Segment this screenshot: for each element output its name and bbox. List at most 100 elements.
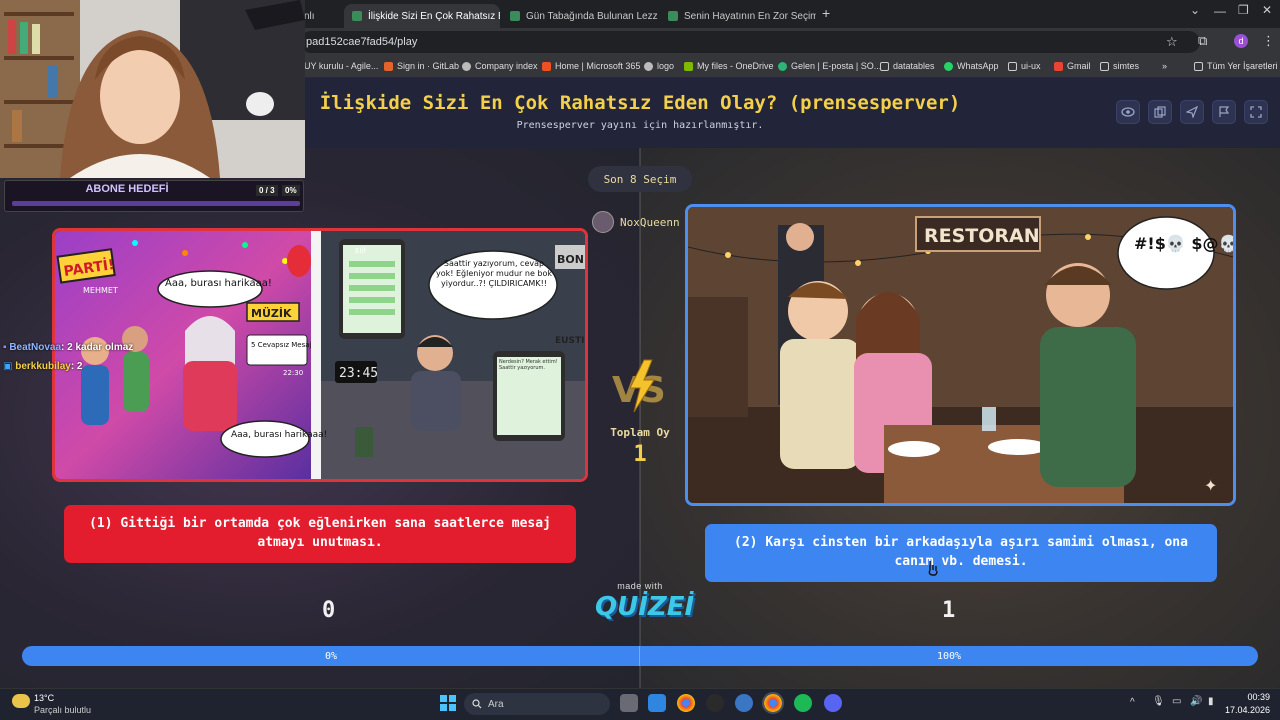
browser-tab-active[interactable]: İlişkide Sizi En Çok Rahatsız Ede ✕ [344,4,500,28]
bookmark-item[interactable]: Company index [462,61,538,71]
option1-vote-count: 0 [322,598,336,623]
browser-tab[interactable]: Senin Hayatının En Zor Seçimi - ✕ [660,4,816,28]
windows-taskbar [0,688,1280,720]
bookmark-item[interactable]: Gmail [1054,61,1091,71]
bookmark-item[interactable]: logo [644,61,674,71]
copy-button[interactable] [1148,100,1172,124]
bookmark-star-icon[interactable]: ☆ [1166,34,1178,50]
sparkle-icon: ✦ [1204,476,1217,495]
new-tab-button[interactable]: + [822,5,830,21]
task-view-icon[interactable] [620,694,638,712]
microsoft-icon [684,61,693,71]
maximize-icon[interactable]: ❐ [1238,3,1249,17]
all-bookmarks-folder[interactable]: Tüm Yer İşaretleri [1194,61,1278,71]
bookmark-label: Sign in · GitLab [397,61,460,71]
bookmark-label: WhatsApp [957,61,999,71]
report-button[interactable] [1212,100,1236,124]
bookmark-item[interactable]: UY kurulu - Agile... [304,61,378,71]
obs-icon[interactable] [706,694,724,712]
chat-message: ▪ BeatNovaa: 2 kadar olmaz [3,342,133,353]
bookmarks-overflow[interactable]: » [1162,61,1167,71]
tab-label: nlı [304,10,315,22]
bookmark-item[interactable]: Sign in · GitLab [384,61,459,71]
globe-icon [462,61,471,71]
gmail-icon [1054,61,1063,71]
bookmark-item[interactable]: WhatsApp [944,61,999,71]
bookmark-folder[interactable]: datatables [880,61,935,71]
bookmark-folder[interactable]: simtes [1100,61,1139,71]
folder-icon [880,61,889,71]
tab-favicon-icon [668,11,678,21]
option2-image[interactable]: RESTORAN #!$💀 $@💀? ✦ [685,204,1236,506]
browser-menu-icon[interactable]: ⋮ [1262,33,1275,49]
webcam-overlay [0,0,305,178]
flag-icon [1219,106,1230,117]
chrome-icon[interactable] [677,694,695,712]
curse-bubble: #!$💀 $@💀? [1134,234,1233,253]
mehmet-label: MEHMET [83,286,118,295]
watch-button[interactable] [1116,100,1140,124]
windows-start-icon[interactable] [440,695,456,711]
option1-image[interactable]: PARTİ! MEHMET Aaa, burası harikaaa! MÜZİ… [52,228,588,482]
tab-favicon-icon [352,11,362,21]
extensions-icon[interactable]: ⧉ [1198,33,1207,49]
window-menu-icon[interactable]: ⌄ [1190,3,1200,17]
bookmark-item[interactable]: Gelen | E-posta | SO... [778,61,881,71]
battery-icon[interactable]: ▮ [1208,696,1214,707]
tray-chevron-icon[interactable]: ^ [1130,697,1135,708]
network-icon[interactable]: ▭ [1172,696,1181,707]
chat-contact: Elif [355,247,366,255]
whatsapp-icon [944,61,953,71]
quizei-logo[interactable]: QUİZEİ [595,592,694,622]
bookmark-label: Home | Microsoft 365 [555,61,641,71]
voter-name: NoxQueenn [620,215,680,229]
option1-percent: 0% [324,650,338,662]
avatar [592,211,614,233]
vote-progress-bar: 0% 100% [22,646,1258,666]
muzik-label: MÜZİK [251,306,292,320]
clock-date[interactable]: 17.04.2026 [1222,705,1270,715]
bookmark-label: datatables [893,61,935,71]
option1-button[interactable]: (1) Gittiği bir ortamda çok eğlenirken s… [64,505,576,563]
search-placeholder: Ara [488,698,504,710]
chat-text: : 2 kadar olmaz [61,342,134,353]
taskbar-search[interactable]: Ara [464,693,610,715]
option2-button[interactable]: (2) Karşı cinsten bir arkadaşıyla aşırı … [705,524,1217,582]
volume-icon[interactable]: 🔊 [1190,696,1202,707]
chat-text: : 2 [70,361,83,372]
weather-temp: 13°C [34,693,55,703]
url-input[interactable]: pad152cae7fad54/play [300,31,1200,53]
bookmark-label: logo [657,61,675,71]
clock-time[interactable]: 00:39 [1230,692,1270,702]
folder-icon [1100,61,1109,71]
discord-icon[interactable] [824,694,842,712]
spotify-icon[interactable] [794,694,812,712]
minimize-icon[interactable]: — [1214,4,1226,18]
chat-username: berkkubilay [15,361,71,372]
weather-desc: Parçalı bulutlu [34,705,92,715]
thought-bubble: Saattir yazıyorum, cevap yok! Eğleniyor … [435,259,553,288]
bookmark-folder[interactable]: ui-ux [1008,61,1041,71]
bookmark-item[interactable]: Home | Microsoft 365 [542,61,640,71]
profile-avatar[interactable]: d [1234,34,1248,48]
bookmark-label: Gmail [1067,61,1091,71]
bookmark-item[interactable]: My files - OneDrive [684,61,774,71]
bookmark-label: My files - OneDrive [697,61,774,71]
browser-tab[interactable]: Gün Tabağında Bulunan Lezzetl ✕ [502,4,658,28]
microphone-icon[interactable]: 🎙 [1152,696,1165,707]
chrome-active-icon[interactable] [762,692,784,714]
app-icon[interactable] [735,694,753,712]
store-icon[interactable] [648,694,666,712]
goal-progress-bar [12,201,300,206]
fullscreen-button[interactable] [1244,100,1268,124]
copy-icon [1154,106,1166,118]
weather-icon[interactable] [12,694,30,708]
search-icon [472,699,482,709]
eust-sign: EUSTI [555,336,584,346]
url-text: pad152cae7fad54/play [306,36,418,48]
close-window-icon[interactable]: ✕ [1262,3,1272,17]
folder-icon [1194,61,1203,71]
tab-label: İlişkide Sizi En Çok Rahatsız Ede [368,10,500,22]
cursor-icon [928,561,938,576]
share-button[interactable] [1180,100,1204,124]
